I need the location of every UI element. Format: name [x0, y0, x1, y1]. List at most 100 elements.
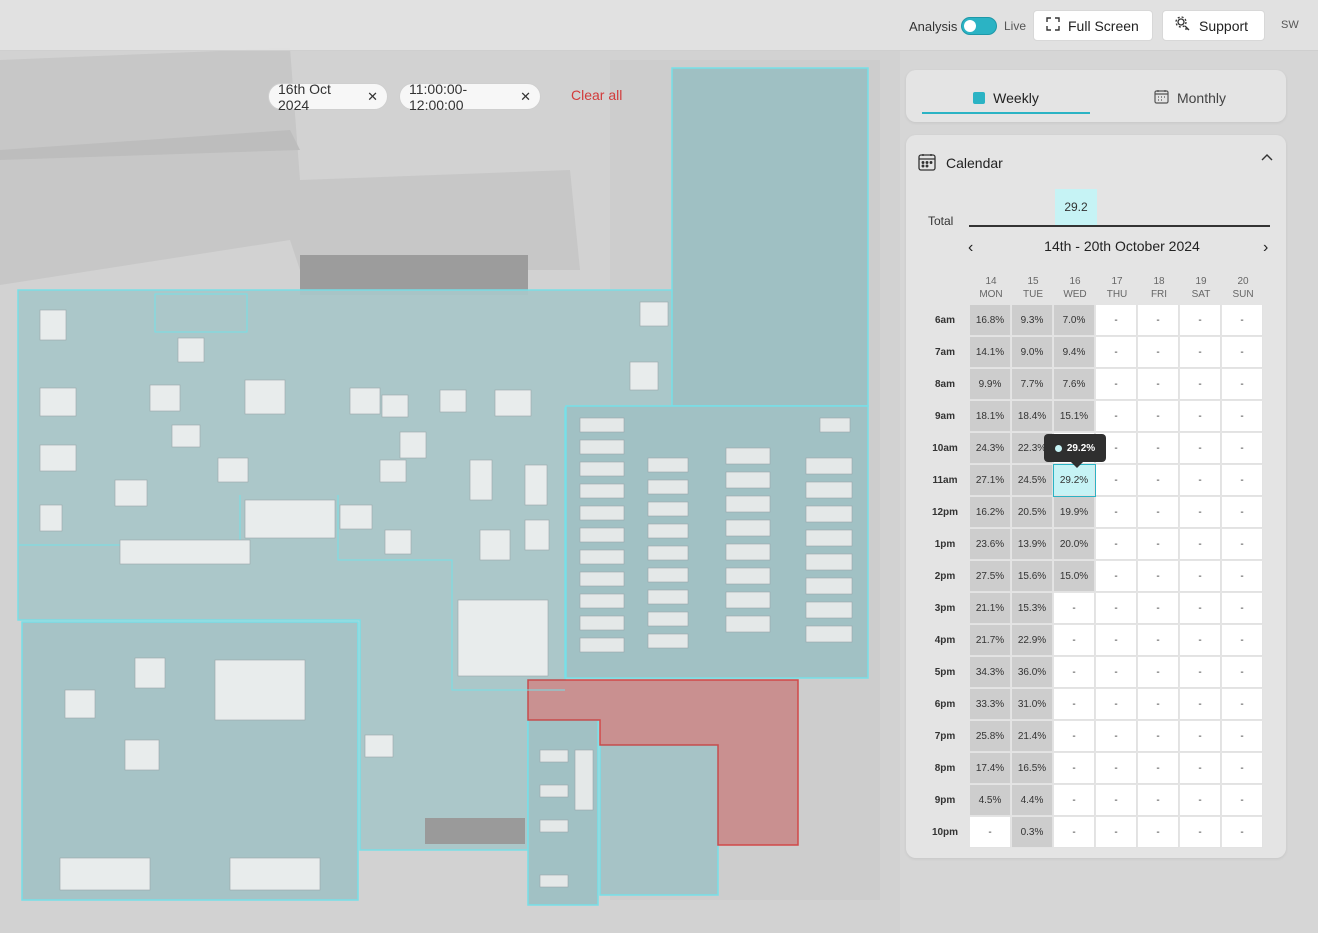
heatmap-cell[interactable]: 9.9% [970, 369, 1011, 400]
heatmap-cell[interactable]: - [1180, 593, 1221, 624]
heatmap-cell[interactable]: 15.3% [1012, 593, 1053, 624]
heatmap-cell[interactable]: 23.6% [970, 529, 1011, 560]
heatmap-cell[interactable]: 14.1% [970, 337, 1011, 368]
heatmap-cell[interactable]: - [1096, 593, 1137, 624]
heatmap-cell[interactable]: - [1138, 721, 1179, 752]
heatmap-cell[interactable]: - [1180, 817, 1221, 848]
heatmap-cell[interactable]: - [1138, 369, 1179, 400]
heatmap-cell[interactable]: - [1054, 593, 1095, 624]
floor-plan-canvas[interactable] [0, 0, 900, 933]
heatmap-cell[interactable]: 7.7% [1012, 369, 1053, 400]
heatmap-cell-selected[interactable]: 29.2% [1053, 464, 1096, 497]
floor-plan-3d-view[interactable] [0, 0, 900, 933]
heatmap-cell[interactable]: - [1180, 785, 1221, 816]
heatmap-cell[interactable]: - [1222, 401, 1263, 432]
heatmap-cell[interactable]: - [1180, 721, 1221, 752]
heatmap-cell[interactable]: 9.4% [1054, 337, 1095, 368]
heatmap-cell[interactable]: 21.1% [970, 593, 1011, 624]
heatmap-cell[interactable]: 9.3% [1012, 305, 1053, 336]
heatmap-cell[interactable]: - [1096, 337, 1137, 368]
heatmap-cell[interactable]: - [1138, 593, 1179, 624]
heatmap-cell[interactable]: - [1096, 721, 1137, 752]
heatmap-cell[interactable]: - [1138, 497, 1179, 528]
heatmap-cell[interactable]: 20.0% [1054, 529, 1095, 560]
full-screen-button[interactable]: Full Screen [1033, 10, 1153, 41]
heatmap-cell[interactable]: - [1096, 529, 1137, 560]
filter-chip-time[interactable]: 11:00:00-12:00:00 ✕ [399, 81, 541, 113]
heatmap-cell[interactable]: - [1096, 497, 1137, 528]
heatmap-cell[interactable]: - [1138, 689, 1179, 720]
heatmap-cell[interactable]: 0.3% [1012, 817, 1053, 848]
heatmap-cell[interactable]: - [1096, 401, 1137, 432]
heatmap-cell[interactable]: - [1180, 689, 1221, 720]
heatmap-cell[interactable]: - [1180, 561, 1221, 592]
close-icon[interactable]: ✕ [367, 89, 378, 105]
heatmap-cell[interactable]: - [1054, 753, 1095, 784]
heatmap-cell[interactable]: 24.5% [1012, 465, 1053, 496]
heatmap-cell[interactable]: - [1138, 657, 1179, 688]
heatmap-cell[interactable]: - [1138, 433, 1179, 464]
heatmap-cell[interactable]: - [1222, 753, 1263, 784]
heatmap-cell[interactable]: 25.8% [970, 721, 1011, 752]
heatmap-cell[interactable]: - [1222, 721, 1263, 752]
heatmap-cell[interactable]: - [1138, 625, 1179, 656]
heatmap-cell[interactable]: 21.4% [1012, 721, 1053, 752]
close-icon[interactable]: ✕ [520, 89, 531, 105]
heatmap-cell[interactable]: - [1138, 529, 1179, 560]
user-avatar[interactable]: SW [1281, 19, 1299, 31]
heatmap-cell[interactable]: 22.9% [1012, 625, 1053, 656]
heatmap-cell[interactable]: - [1180, 337, 1221, 368]
heatmap-cell[interactable]: - [1138, 305, 1179, 336]
heatmap-cell[interactable]: 34.3% [970, 657, 1011, 688]
heatmap-cell[interactable]: - [1096, 465, 1137, 496]
heatmap-cell[interactable]: - [1096, 369, 1137, 400]
heatmap-cell[interactable]: - [1138, 337, 1179, 368]
heatmap-cell[interactable]: 21.7% [970, 625, 1011, 656]
filter-chip-date[interactable]: 16th Oct 2024 ✕ [268, 81, 388, 113]
heatmap-cell[interactable]: 27.1% [970, 465, 1011, 496]
heatmap-cell[interactable]: 15.6% [1012, 561, 1053, 592]
heatmap-cell[interactable]: - [1180, 657, 1221, 688]
heatmap-cell[interactable]: 13.9% [1012, 529, 1053, 560]
clear-all-link[interactable]: Clear all [571, 87, 622, 103]
heatmap-cell[interactable]: - [1096, 561, 1137, 592]
heatmap-cell[interactable]: 20.5% [1012, 497, 1053, 528]
heatmap-cell[interactable]: 9.0% [1012, 337, 1053, 368]
heatmap-cell[interactable]: - [1180, 529, 1221, 560]
heatmap-cell[interactable]: 4.4% [1012, 785, 1053, 816]
heatmap-cell[interactable]: - [1096, 753, 1137, 784]
heatmap-cell[interactable]: - [1180, 497, 1221, 528]
heatmap-cell[interactable]: - [1222, 625, 1263, 656]
heatmap-cell[interactable]: - [1138, 561, 1179, 592]
heatmap-cell[interactable]: 16.5% [1012, 753, 1053, 784]
zone-stretching[interactable] [599, 744, 719, 896]
heatmap-cell[interactable]: - [1138, 753, 1179, 784]
heatmap-cell[interactable]: - [1096, 689, 1137, 720]
heatmap-cell[interactable]: - [1222, 337, 1263, 368]
heatmap-cell[interactable]: - [1054, 817, 1095, 848]
heatmap-cell[interactable]: - [1096, 657, 1137, 688]
heatmap-cell[interactable]: 16.8% [970, 305, 1011, 336]
heatmap-cell[interactable]: - [1222, 465, 1263, 496]
heatmap-cell[interactable]: - [1138, 785, 1179, 816]
heatmap-cell[interactable]: 18.4% [1012, 401, 1053, 432]
heatmap-cell[interactable]: - [1222, 529, 1263, 560]
heatmap-cell[interactable]: - [1222, 497, 1263, 528]
heatmap-cell[interactable]: - [1222, 785, 1263, 816]
zone-north-studio[interactable] [671, 67, 869, 407]
heatmap-cell[interactable]: 17.4% [970, 753, 1011, 784]
heatmap-cell[interactable]: - [1222, 369, 1263, 400]
heatmap-cell[interactable]: - [1180, 305, 1221, 336]
heatmap-cell[interactable]: - [1180, 625, 1221, 656]
heatmap-cell[interactable]: - [1222, 433, 1263, 464]
heatmap-cell[interactable]: 36.0% [1012, 657, 1053, 688]
heatmap-cell[interactable]: - [1054, 721, 1095, 752]
heatmap-cell[interactable]: - [1222, 561, 1263, 592]
heatmap-cell[interactable]: - [1096, 817, 1137, 848]
heatmap-cell[interactable]: - [1222, 657, 1263, 688]
heatmap-cell[interactable]: - [1180, 401, 1221, 432]
heatmap-cell[interactable]: 4.5% [970, 785, 1011, 816]
heatmap-cell[interactable]: 27.5% [970, 561, 1011, 592]
heatmap-cell[interactable]: - [1096, 785, 1137, 816]
tab-weekly[interactable]: Weekly [922, 84, 1090, 114]
